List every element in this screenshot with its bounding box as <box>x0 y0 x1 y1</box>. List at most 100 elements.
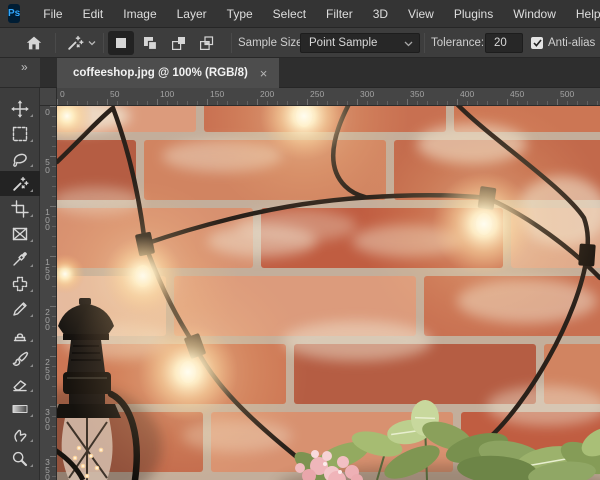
lasso-tool[interactable] <box>0 146 40 171</box>
photoshop-logo-icon: Ps <box>8 4 20 23</box>
smudge-tool[interactable] <box>0 421 40 446</box>
anti-alias-checkbox[interactable] <box>531 37 543 49</box>
ruler-label: 300 <box>360 89 374 99</box>
menu-item-type[interactable]: Type <box>217 0 263 27</box>
menu-item-help[interactable]: Help <box>566 0 600 27</box>
menu-bar: Ps FileEditImageLayerTypeSelectFilter3DV… <box>0 0 600 28</box>
divider <box>424 33 425 53</box>
menu-item-layer[interactable]: Layer <box>167 0 217 27</box>
tool-preset-wand-button[interactable] <box>62 31 100 55</box>
magic-wand-tool-icon <box>11 175 29 193</box>
intersect-selection-button[interactable] <box>193 31 219 55</box>
new-selection-icon <box>113 35 129 51</box>
new-selection-button[interactable] <box>108 31 134 55</box>
menu-item-filter[interactable]: Filter <box>316 0 363 27</box>
divider <box>231 33 232 53</box>
move-tool-icon <box>11 100 29 118</box>
menu-item-select[interactable]: Select <box>263 0 316 27</box>
vertical-ruler[interactable]: 0 5 0 1 0 0 1 5 0 2 0 0 2 5 0 3 0 0 3 5 0 <box>40 106 57 480</box>
menu-items: FileEditImageLayerTypeSelectFilter3DView… <box>33 0 600 27</box>
sample-size-dropdown[interactable]: Point Sample <box>300 33 420 53</box>
check-icon <box>533 39 542 47</box>
rectangular-marquee-tool-icon <box>11 125 29 143</box>
ruler-label: 0 <box>40 109 55 117</box>
eraser-tool-icon <box>11 375 29 393</box>
crop-tool[interactable] <box>0 196 40 221</box>
dodge-tool-icon <box>11 450 29 468</box>
rectangular-marquee-tool[interactable] <box>0 121 40 146</box>
chevron-down-icon <box>88 40 96 46</box>
menu-item-plugins[interactable]: Plugins <box>444 0 503 27</box>
ruler-label: 0 <box>60 89 65 99</box>
home-button[interactable] <box>20 31 48 55</box>
clone-stamp-tool[interactable] <box>0 321 40 346</box>
intersect-selection-icon <box>198 35 214 51</box>
menu-item-3d[interactable]: 3D <box>363 0 398 27</box>
ruler-label: 3 5 0 <box>40 459 55 480</box>
eyedropper-tool-icon <box>11 250 29 268</box>
smudge-tool-icon <box>11 425 29 443</box>
ruler-label: 150 <box>210 89 224 99</box>
eraser-tool[interactable] <box>0 371 40 396</box>
pencil-tool-icon <box>11 300 29 318</box>
tool-bar <box>0 88 40 480</box>
ruler-label: 350 <box>410 89 424 99</box>
toolbar-expand-button[interactable]: » <box>21 60 27 74</box>
subtract-from-selection-button[interactable] <box>165 31 191 55</box>
document-tab-title: coffeeshop.jpg @ 100% (RGB/8) <box>73 67 248 79</box>
frame-tool-icon <box>11 225 29 243</box>
dodge-tool[interactable] <box>0 446 40 471</box>
photoshop-window: Ps FileEditImageLayerTypeSelectFilter3DV… <box>0 0 600 480</box>
healing-brush-tool[interactable] <box>0 271 40 296</box>
ruler-label: 250 <box>310 89 324 99</box>
add-to-selection-icon <box>142 35 158 51</box>
ruler-label: 2 5 0 <box>40 359 55 382</box>
clone-stamp-tool-icon <box>11 325 29 343</box>
canvas-image <box>57 106 600 480</box>
gradient-tool[interactable] <box>0 396 40 421</box>
move-tool[interactable] <box>0 96 40 121</box>
ruler-label: 500 <box>560 89 574 99</box>
sample-size-label: Sample Size: <box>238 28 306 58</box>
ruler-label: 450 <box>510 89 524 99</box>
chevron-down-icon <box>404 41 413 47</box>
options-bar: Sample Size: Point Sample Tolerance: Ant… <box>0 28 600 58</box>
menu-item-edit[interactable]: Edit <box>73 0 114 27</box>
document-tab-strip: coffeeshop.jpg @ 100% (RGB/8) × <box>40 58 600 88</box>
toolbar-header: » <box>0 58 40 88</box>
tab-close-icon[interactable]: × <box>260 67 268 80</box>
ruler-label: 3 0 0 <box>40 409 55 432</box>
ruler-label: 50 <box>110 89 119 99</box>
ruler-label: 200 <box>260 89 274 99</box>
ruler-label: 400 <box>460 89 474 99</box>
home-icon <box>25 34 43 52</box>
menu-item-image[interactable]: Image <box>113 0 166 27</box>
frame-tool[interactable] <box>0 221 40 246</box>
ruler-label: 5 0 <box>40 159 55 174</box>
tolerance-label: Tolerance: <box>431 28 484 58</box>
ruler-corner <box>40 88 57 106</box>
crop-tool-icon <box>11 200 29 218</box>
ruler-label: 2 0 0 <box>40 309 55 332</box>
brush-tool[interactable] <box>0 346 40 371</box>
eyedropper-tool[interactable] <box>0 246 40 271</box>
horizontal-ruler[interactable]: 050100150200250300350400450500 <box>57 88 600 106</box>
lasso-tool-icon <box>11 150 29 168</box>
healing-brush-tool-icon <box>11 275 29 293</box>
menu-item-view[interactable]: View <box>398 0 444 27</box>
sample-size-value: Point Sample <box>309 37 377 49</box>
divider <box>55 33 56 53</box>
gradient-tool-icon <box>11 400 29 418</box>
document-tab[interactable]: coffeeshop.jpg @ 100% (RGB/8) × <box>57 58 279 88</box>
pencil-tool[interactable] <box>0 296 40 321</box>
ruler-label: 1 5 0 <box>40 259 55 282</box>
menu-item-window[interactable]: Window <box>503 0 566 27</box>
menu-item-file[interactable]: File <box>33 0 72 27</box>
brush-tool-icon <box>11 350 29 368</box>
magic-wand-tool[interactable] <box>0 171 40 196</box>
add-to-selection-button[interactable] <box>137 31 163 55</box>
ruler-label: 1 0 0 <box>40 209 55 232</box>
subtract-from-selection-icon <box>170 35 186 51</box>
canvas[interactable] <box>57 106 600 480</box>
tolerance-input[interactable] <box>485 33 523 53</box>
